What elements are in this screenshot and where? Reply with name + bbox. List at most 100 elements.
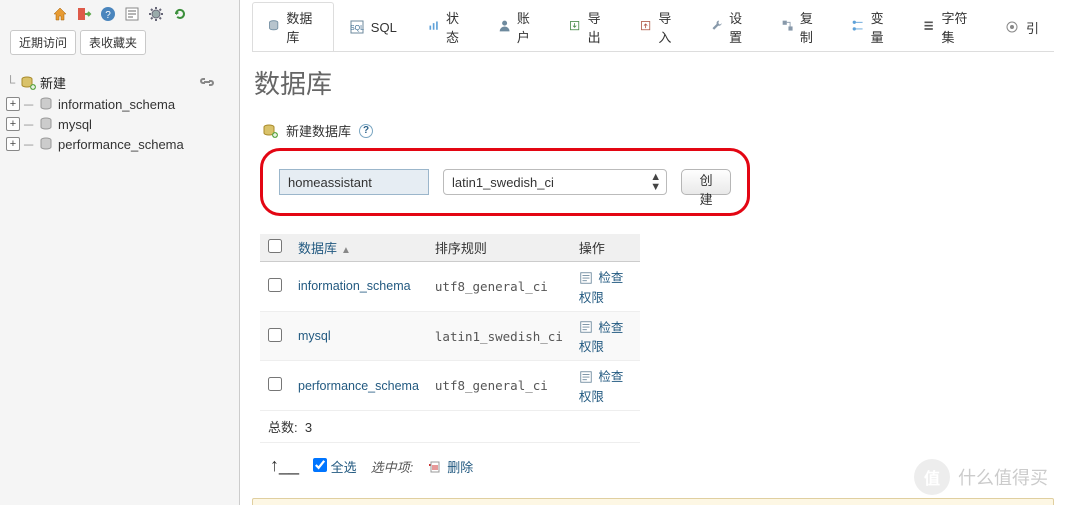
create-db-form: latin1_swedish_ci ▲▼ 创建 [260,148,750,216]
main-content: 数据库 SQL SQL 状态 账户 导出 导入 设置 复制 变量 字符集 引 数据… [240,0,1066,505]
wrench-icon [710,19,723,35]
tab-status[interactable]: 状态 [412,2,483,51]
create-button[interactable]: 创建 [681,169,731,195]
database-icon [267,19,280,35]
row-collation: utf8_general_ci [427,361,571,411]
help-icon[interactable]: ? [359,124,373,138]
link-icon[interactable] [199,74,215,90]
tree-db-item[interactable]: +─ performance_schema [6,134,231,154]
reload-icon[interactable] [172,6,188,22]
tab-label: 字符集 [941,8,973,46]
tab-label: 复制 [800,8,822,46]
tab-databases[interactable]: 数据库 [252,2,334,51]
privileges-icon [579,271,595,287]
new-db-icon [20,75,36,91]
collation-select[interactable]: latin1_swedish_ci [443,169,667,195]
recent-button[interactable]: 近期访问 [10,30,76,55]
arrow-up-icon: ↑__ [270,456,299,474]
charset-icon [922,19,935,35]
docs-icon[interactable]: ? [100,6,116,22]
row-collation: latin1_swedish_ci [427,311,571,361]
tree-db-item[interactable]: +─ mysql [6,114,231,134]
favorites-button[interactable]: 表收藏夹 [80,30,146,55]
privileges-icon [579,370,595,386]
tab-sql[interactable]: SQL SQL [334,2,412,51]
row-checkbox[interactable] [268,278,282,292]
row-checkbox[interactable] [268,377,282,391]
bulk-delete[interactable]: 删除 [427,457,473,476]
expand-icon[interactable]: + [6,137,20,151]
tab-label: 设置 [729,8,751,46]
sql-icon[interactable] [124,6,140,22]
tab-replication[interactable]: 复制 [766,2,837,51]
home-icon[interactable] [52,6,68,22]
privileges-icon [579,320,595,336]
logout-icon[interactable] [76,6,92,22]
sql-icon: SQL [349,19,365,35]
status-icon [427,19,440,35]
tree-new-db[interactable]: └ 新建 [6,71,231,94]
tab-label: 数据库 [286,8,318,46]
new-db-name-input[interactable] [279,169,429,195]
tab-charsets[interactable]: 字符集 [907,2,989,51]
tree-db-item[interactable]: +─ information_schema [6,94,231,114]
top-tabs: 数据库 SQL SQL 状态 账户 导出 导入 设置 复制 变量 字符集 引 [252,0,1054,52]
tree-db-label: mysql [58,117,92,132]
gear-icon[interactable] [148,6,164,22]
check-all[interactable]: 全选 [313,457,357,476]
user-icon [498,19,511,35]
replication-icon [781,19,794,35]
total-value: 3 [305,420,312,435]
db-link[interactable]: information_schema [298,279,411,293]
svg-text:SQL: SQL [350,25,364,32]
svg-text:?: ? [105,10,111,21]
database-table: 数据库▲ 排序规则 操作 information_schema utf8_gen… [260,234,640,443]
table-row: information_schema utf8_general_ci 检查权限 [260,262,640,312]
with-selected-label: 选中项: [371,457,414,476]
tab-label: SQL [371,20,397,35]
row-checkbox[interactable] [268,328,282,342]
col-collation: 排序规则 [427,234,571,262]
create-db-heading: 新建数据库 ? [262,121,1054,140]
checkbox-all[interactable] [268,239,282,253]
row-collation: utf8_general_ci [427,262,571,312]
new-db-icon [262,123,278,139]
col-action: 操作 [571,234,640,262]
engine-icon [1004,19,1020,35]
tab-import[interactable]: 导入 [624,2,695,51]
check-all-label: 全选 [331,460,357,475]
tab-label: 变量 [871,8,893,46]
tab-export[interactable]: 导出 [553,2,624,51]
db-link[interactable]: performance_schema [298,379,419,393]
warning-notice: ! 注意：在此启用数据库统计可能导致网站服务器和 MySQL 服务器之间的流量骤… [252,498,1054,505]
sidebar: ? 近期访问 表收藏夹 └ 新建 +─ information_schema +… [0,0,240,505]
tab-label: 引 [1026,18,1039,37]
expand-icon[interactable]: + [6,97,20,111]
tab-engines[interactable]: 引 [989,2,1054,51]
import-icon [639,19,652,35]
tab-label: 账户 [517,8,539,46]
database-icon [38,136,54,152]
table-total-row: 总数: 3 [260,411,640,443]
variables-icon [851,19,864,35]
col-database[interactable]: 数据库▲ [290,234,427,262]
total-label: 总数: [268,420,298,435]
table-row: performance_schema utf8_general_ci 检查权限 [260,361,640,411]
tab-settings[interactable]: 设置 [695,2,766,51]
sidebar-quick-icons: ? [0,0,239,26]
delete-label: 删除 [447,457,473,476]
tab-label: 导入 [658,8,680,46]
tree-db-label: information_schema [58,97,175,112]
expand-icon[interactable]: + [6,117,20,131]
table-row: mysql latin1_swedish_ci 检查权限 [260,311,640,361]
tab-accounts[interactable]: 账户 [483,2,554,51]
db-link[interactable]: mysql [298,329,331,343]
export-icon [568,19,581,35]
database-icon [38,96,54,112]
page-title: 数据库 [254,64,1054,101]
tree-db-label: performance_schema [58,137,184,152]
database-icon [38,116,54,132]
check-all-checkbox[interactable] [313,458,327,472]
tab-variables[interactable]: 变量 [836,2,907,51]
create-db-heading-text: 新建数据库 [286,121,351,140]
